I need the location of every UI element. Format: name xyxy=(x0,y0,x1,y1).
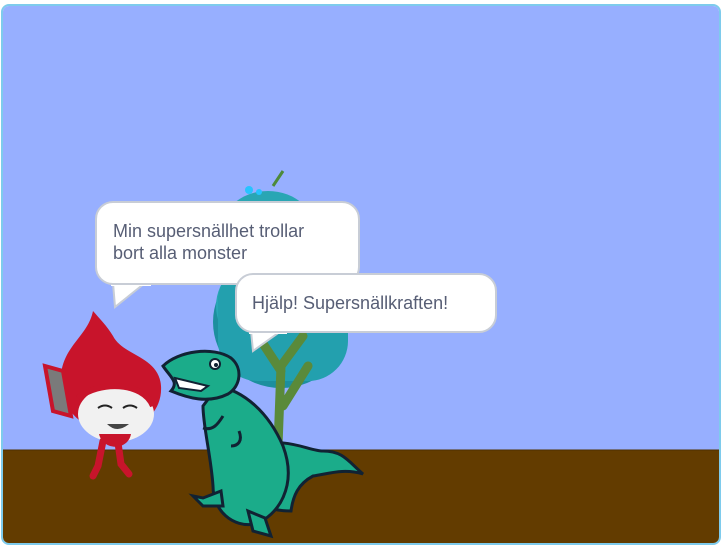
stage[interactable]: Min supersnällhet trollar bort alla mons… xyxy=(1,4,721,545)
speech-bubble-dinosaur: Hjälp! Supersnällkraften! xyxy=(235,273,497,333)
speech-bubble-tail-1 xyxy=(111,283,151,309)
speech-bubble-tail-2 xyxy=(249,331,287,353)
ground xyxy=(3,450,719,543)
